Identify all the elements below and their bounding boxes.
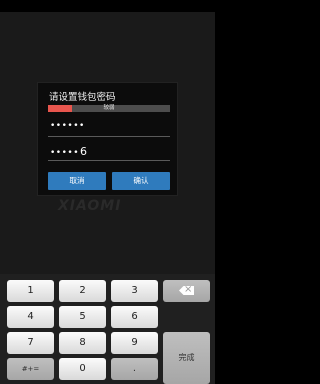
confirm-password-last-char: 6: [80, 145, 88, 158]
key-4[interactable]: 4: [7, 306, 54, 328]
key-1-label: 1: [27, 285, 34, 296]
confirm-password-field[interactable]: •••••6: [48, 143, 170, 161]
symbols-key[interactable]: #+=: [7, 358, 54, 380]
key-2[interactable]: 2: [59, 280, 106, 302]
key-3[interactable]: 3: [111, 280, 158, 302]
numeric-keyboard: 1 2 3 4 5 6 完成 7 8 9 #+= 0 .: [0, 274, 215, 384]
password-strength-label: 较弱: [103, 105, 115, 111]
key-7-label: 7: [27, 337, 34, 348]
key-8[interactable]: 8: [59, 332, 106, 354]
done-key-label: 完成: [178, 353, 195, 362]
key-2-label: 2: [79, 285, 86, 296]
key-0[interactable]: 0: [59, 358, 106, 380]
key-8-label: 8: [79, 337, 86, 348]
backspace-icon: [179, 286, 194, 295]
dialog-title: 请设置钱包密码: [49, 92, 116, 103]
password-strength-bar: 较弱: [48, 105, 170, 112]
key-4-label: 4: [27, 311, 34, 322]
confirm-password-dots: •••••: [50, 148, 80, 158]
confirm-password-value: •••••6: [50, 145, 88, 158]
set-wallet-password-dialog: 请设置钱包密码 较弱 •••••• •••••6 取消 确认: [37, 82, 178, 196]
key-9-label: 9: [131, 337, 138, 348]
password-value: ••••••: [50, 121, 85, 131]
key-7[interactable]: 7: [7, 332, 54, 354]
key-1[interactable]: 1: [7, 280, 54, 302]
symbols-key-label: #+=: [21, 365, 40, 373]
period-key[interactable]: .: [111, 358, 158, 380]
confirm-button[interactable]: 确认: [112, 172, 170, 190]
key-9[interactable]: 9: [111, 332, 158, 354]
status-bar: [0, 0, 215, 12]
key-5-label: 5: [79, 311, 86, 322]
backspace-key[interactable]: [163, 280, 210, 302]
key-3-label: 3: [131, 285, 138, 296]
cancel-button[interactable]: 取消: [48, 172, 106, 190]
password-field[interactable]: ••••••: [48, 119, 170, 137]
key-6-label: 6: [131, 311, 138, 322]
key-6[interactable]: 6: [111, 306, 158, 328]
key-5[interactable]: 5: [59, 306, 106, 328]
done-key[interactable]: 完成: [163, 332, 210, 384]
watermark-logo: XIAOMI: [58, 198, 122, 214]
key-0-label: 0: [79, 363, 86, 374]
period-key-label: .: [132, 363, 137, 374]
